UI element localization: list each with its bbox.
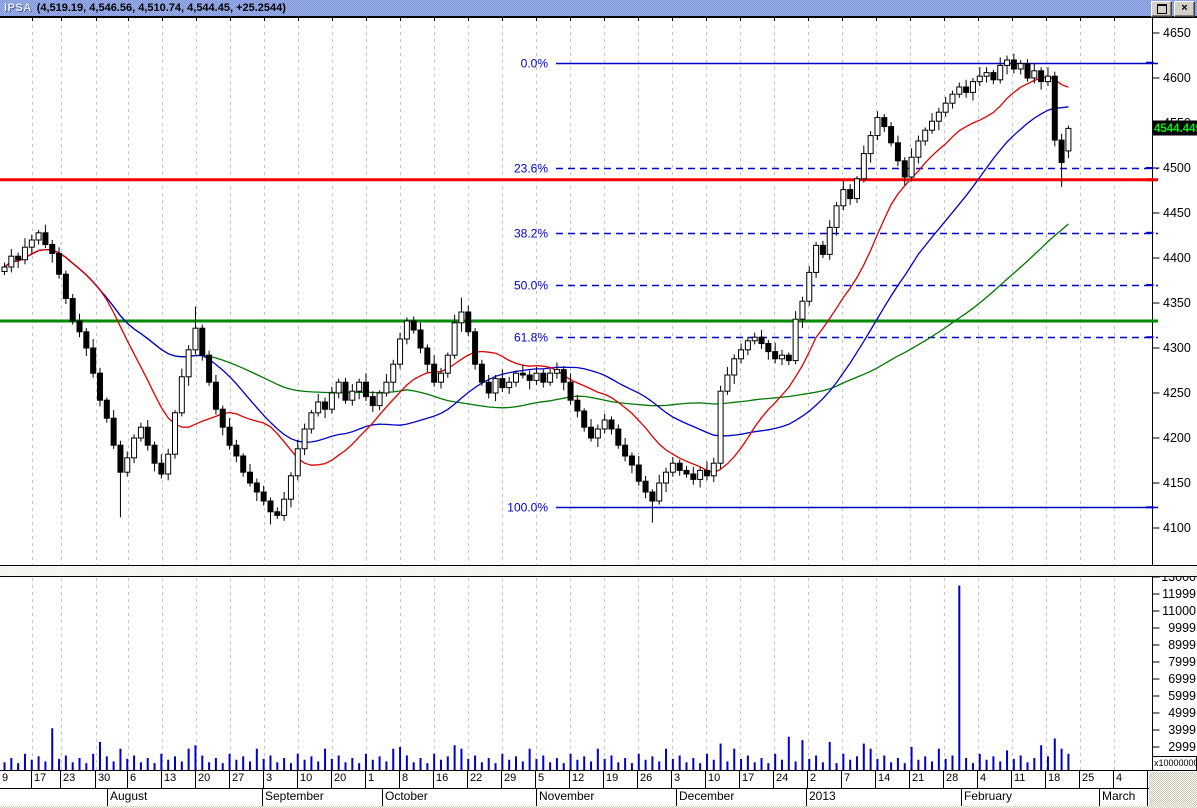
price-tick-label: 4150 xyxy=(1163,476,1191,490)
week-label: 4 xyxy=(978,771,1012,788)
month-label: August xyxy=(108,789,263,806)
week-label: 18 xyxy=(1046,771,1080,788)
date-axis: 9 17 23 30 6 13 20 27 3 10 20 1 8 16 22 29 5 12 19 26 3 10 17 2… xyxy=(0,770,1197,807)
fib-level-label: 38.2% xyxy=(514,227,548,241)
volume-tick-label: 2999 xyxy=(1168,740,1196,754)
fib-level-label: 23.6% xyxy=(514,162,548,176)
week-label: 20 xyxy=(196,771,230,788)
volume-tick-label: 8999 xyxy=(1168,638,1196,652)
fib-level-label: 61.8% xyxy=(514,331,548,345)
week-label: 13 xyxy=(162,771,196,788)
month-label: October xyxy=(383,789,537,806)
week-label: 29 xyxy=(502,771,536,788)
moving-averages xyxy=(4,75,1069,474)
month-label: December xyxy=(677,789,807,806)
week-label: 10 xyxy=(298,771,332,788)
price-tick-label: 4500 xyxy=(1163,161,1191,175)
month-label: 2013 xyxy=(807,789,962,806)
volume-tick-label: 11999 xyxy=(1162,587,1196,601)
week-label: 2 xyxy=(808,771,842,788)
week-label: 20 xyxy=(332,771,366,788)
week-label: 17 xyxy=(740,771,774,788)
week-label: 28 xyxy=(944,771,978,788)
price-tick-label: 4600 xyxy=(1163,71,1191,85)
volume-tick-label: 5999 xyxy=(1168,689,1196,703)
volume-tick-label: 4999 xyxy=(1168,706,1196,720)
ma-fast-line xyxy=(4,75,1069,474)
panel-splitter[interactable] xyxy=(0,565,1197,577)
week-label: 14 xyxy=(876,771,910,788)
week-label: 25 xyxy=(1080,771,1114,788)
price-tick-label: 4450 xyxy=(1163,206,1191,220)
week-label: 16 xyxy=(434,771,468,788)
week-label: 26 xyxy=(638,771,672,788)
month-label xyxy=(0,789,108,806)
price-tick-label: 4650 xyxy=(1163,26,1191,40)
week-label: 17 xyxy=(32,771,61,788)
week-label: 5 xyxy=(536,771,570,788)
price-tick-label: 4400 xyxy=(1163,251,1191,265)
week-label: 8 xyxy=(400,771,434,788)
volume-multiplier-label: x100000000 xyxy=(1152,756,1197,771)
week-label: 11 xyxy=(1012,771,1046,788)
month-label: September xyxy=(263,789,383,806)
price-tick-label: 4100 xyxy=(1163,521,1191,535)
week-label: 22 xyxy=(468,771,502,788)
week-label: 24 xyxy=(774,771,808,788)
metastock-chart-window: IPSA (4,519.19, 4,546.56, 4,510.74, 4,54… xyxy=(0,0,1197,808)
fib-level-label: 0.0% xyxy=(521,57,549,71)
week-label: 1 xyxy=(366,771,400,788)
volume-tick-label: 7999 xyxy=(1168,655,1196,669)
week-label: 4 xyxy=(1114,771,1148,788)
week-label: 9 xyxy=(0,771,32,788)
volume-tick-label: 9999 xyxy=(1168,621,1196,635)
workspace-corner xyxy=(1149,772,1197,808)
volume-tick-label: 3999 xyxy=(1168,723,1196,737)
last-price-label: 4544.449 xyxy=(1154,123,1197,135)
week-label: 30 xyxy=(96,771,128,788)
price-volume-chart[interactable]: 0.0%23.6%38.2%50.0%61.8%100.0%4650460045… xyxy=(0,0,1197,808)
price-tick-label: 4250 xyxy=(1163,386,1191,400)
volume-axis: 1300011999110009999899979996999599949993… xyxy=(1152,570,1196,771)
fib-level-label: 50.0% xyxy=(514,279,548,293)
week-label: 3 xyxy=(672,771,706,788)
month-label-row: August September October November December 20… xyxy=(0,789,1197,807)
week-label: 6 xyxy=(128,771,162,788)
volume-tick-label: 11000 xyxy=(1162,604,1196,618)
week-label: 3 xyxy=(264,771,298,788)
month-label: March xyxy=(1100,789,1148,806)
week-label: 7 xyxy=(842,771,876,788)
month-label: November xyxy=(537,789,677,806)
price-tick-label: 4350 xyxy=(1163,296,1191,310)
month-label: February xyxy=(962,789,1100,806)
week-label: 23 xyxy=(61,771,96,788)
volume-tick-label: 6999 xyxy=(1168,672,1196,686)
last-price-badge: 4544.449 xyxy=(1153,120,1197,136)
week-label-row: 9 17 23 30 6 13 20 27 3 10 20 1 8 16 22 29 5 12 19 26 3 10 17 2… xyxy=(0,771,1197,789)
week-label: 19 xyxy=(604,771,638,788)
week-label: 27 xyxy=(230,771,264,788)
fib-level-label: 100.0% xyxy=(507,501,548,515)
price-tick-label: 4300 xyxy=(1163,341,1191,355)
price-tick-label: 4200 xyxy=(1163,431,1191,445)
week-label: 21 xyxy=(910,771,944,788)
week-label: 12 xyxy=(570,771,604,788)
week-label: 10 xyxy=(706,771,740,788)
